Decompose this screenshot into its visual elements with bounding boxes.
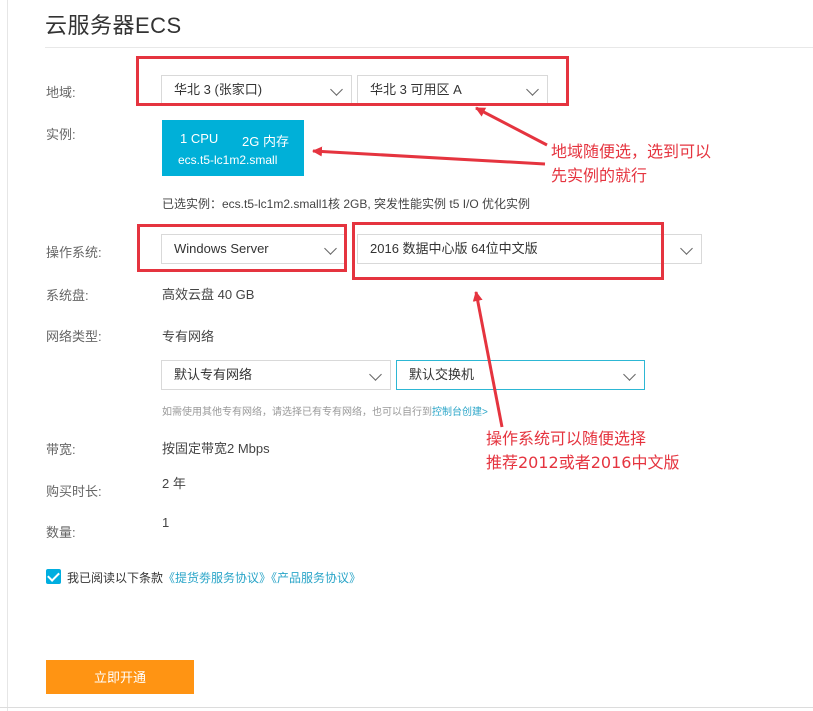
region-annotation-line2: 先实例的就行	[551, 166, 648, 185]
region-annotation-line1: 地域随便选，选到可以	[551, 142, 712, 161]
annotation-arrows	[312, 106, 548, 428]
os-annotation-line1: 操作系统可以随便选择	[486, 429, 647, 448]
region-annotation: 地域随便选，选到可以 先实例的就行	[551, 140, 711, 188]
os-arrow	[472, 291, 504, 428]
region-arrow	[475, 106, 548, 147]
os-annotation: 操作系统可以随便选择 推荐2012或者2016中文版	[486, 427, 679, 475]
instance-arrow	[312, 146, 546, 166]
os-annotation-line2: 推荐2012或者2016中文版	[486, 453, 680, 472]
